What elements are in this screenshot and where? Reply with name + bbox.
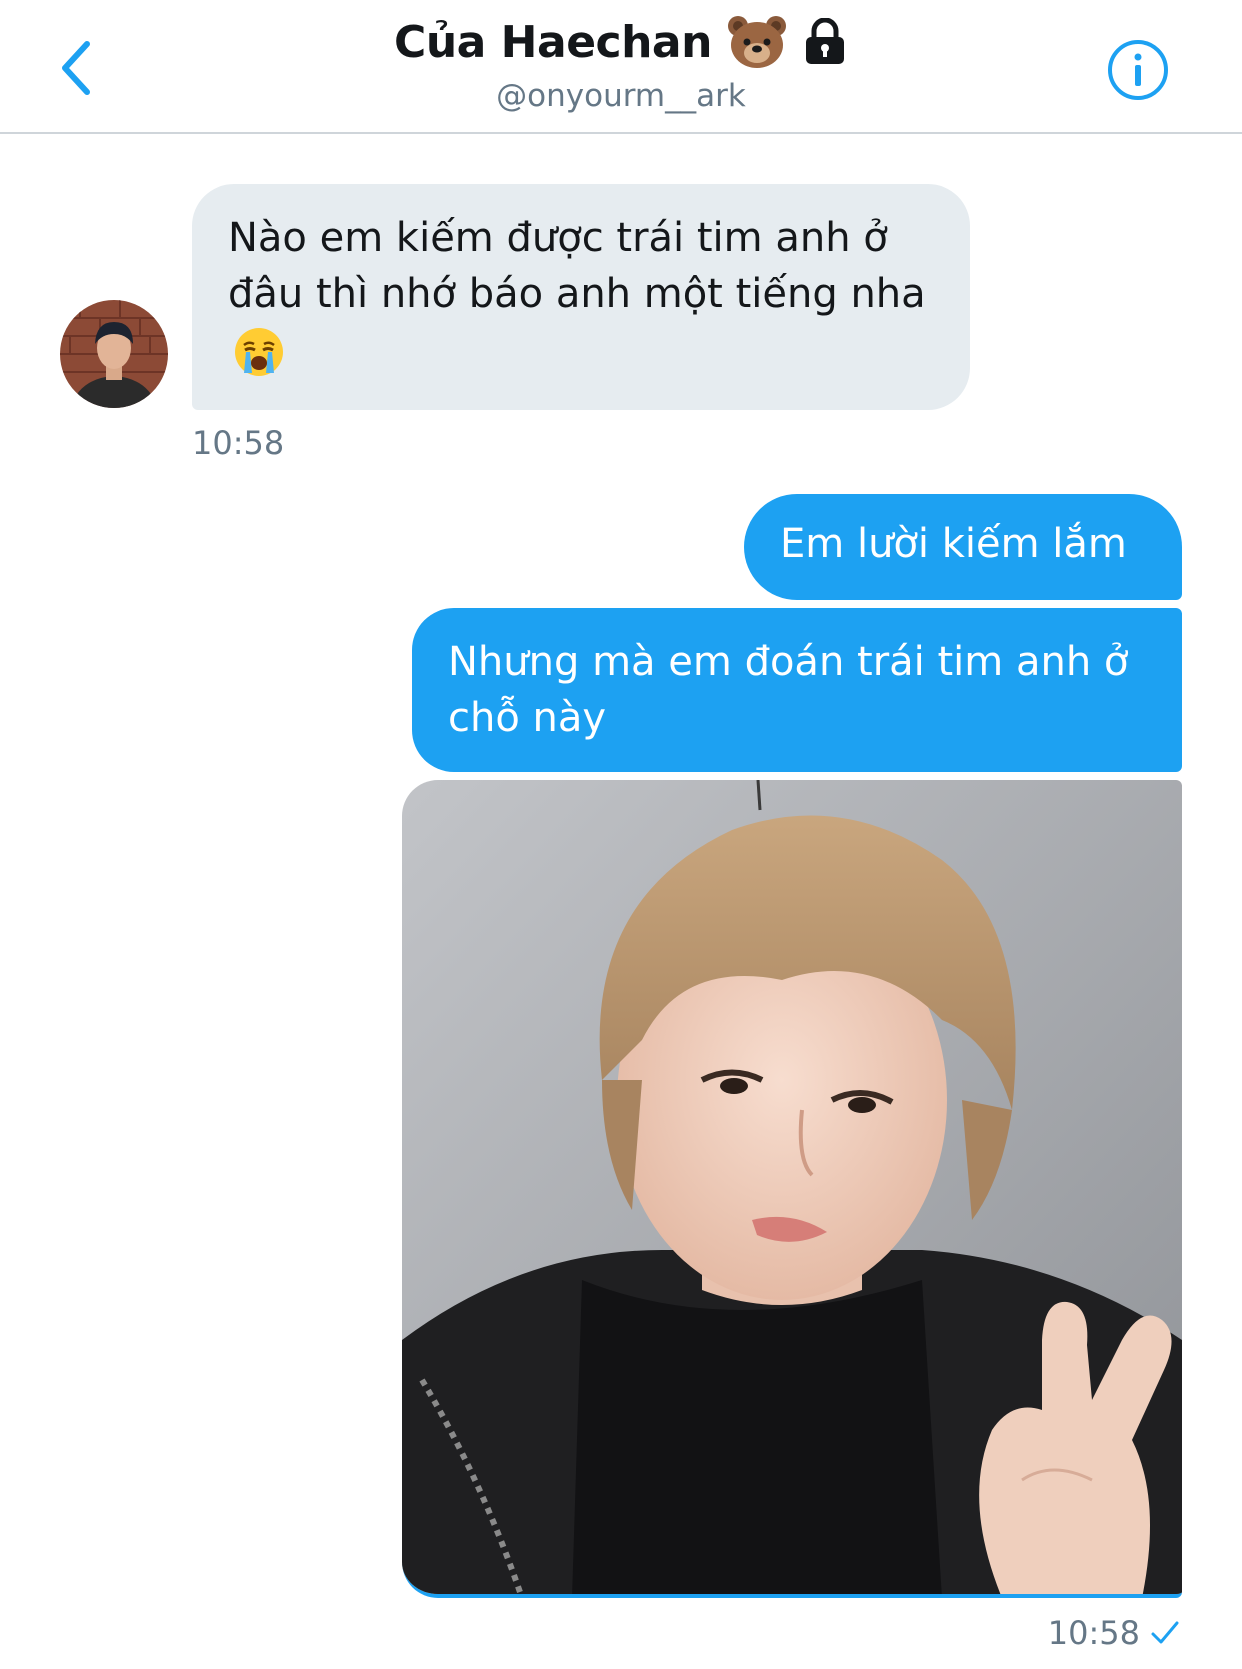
message-timestamp: 10:58 (1047, 1614, 1140, 1652)
avatar[interactable] (60, 300, 168, 408)
outgoing-message-bubble[interactable]: Em lười kiếm lắm (744, 494, 1182, 600)
selfie-photo (402, 780, 1182, 1594)
conversation-title-block[interactable]: Của Haechan @onyourm__ark (0, 14, 1242, 114)
message-text: Nhưng mà em đoán trái tim anh ở chỗ này (448, 639, 1129, 741)
info-button[interactable] (1106, 38, 1170, 102)
read-check-icon (1151, 1621, 1179, 1644)
conversation-handle: @onyourm__ark (496, 78, 746, 114)
message-timestamp: 10:58 (192, 424, 285, 462)
conversation-header: Của Haechan @onyourm__ark (0, 0, 1242, 134)
incoming-message-bubble[interactable]: Nào em kiếm được trái tim anh ở đâu thì … (192, 184, 970, 410)
message-text: Em lười kiếm lắm (780, 521, 1127, 567)
lock-icon (805, 18, 844, 64)
dm-conversation-screen: Của Haechan @onyourm__ark Nào em kiếm đư… (0, 0, 1242, 1669)
message-text: Nào em kiếm được trái tim anh ở đâu thì … (228, 215, 926, 317)
outgoing-message-bubble[interactable]: Nhưng mà em đoán trái tim anh ở chỗ này (412, 608, 1182, 772)
bear-emoji-icon (727, 16, 786, 68)
photo-attachment[interactable] (402, 780, 1182, 1598)
info-icon (1108, 40, 1168, 100)
conversation-title: Của Haechan (394, 16, 712, 68)
crying-face-emoji-icon (232, 325, 286, 379)
avatar-photo (60, 300, 168, 408)
message-status-row: 10:58 (1048, 1614, 1180, 1652)
